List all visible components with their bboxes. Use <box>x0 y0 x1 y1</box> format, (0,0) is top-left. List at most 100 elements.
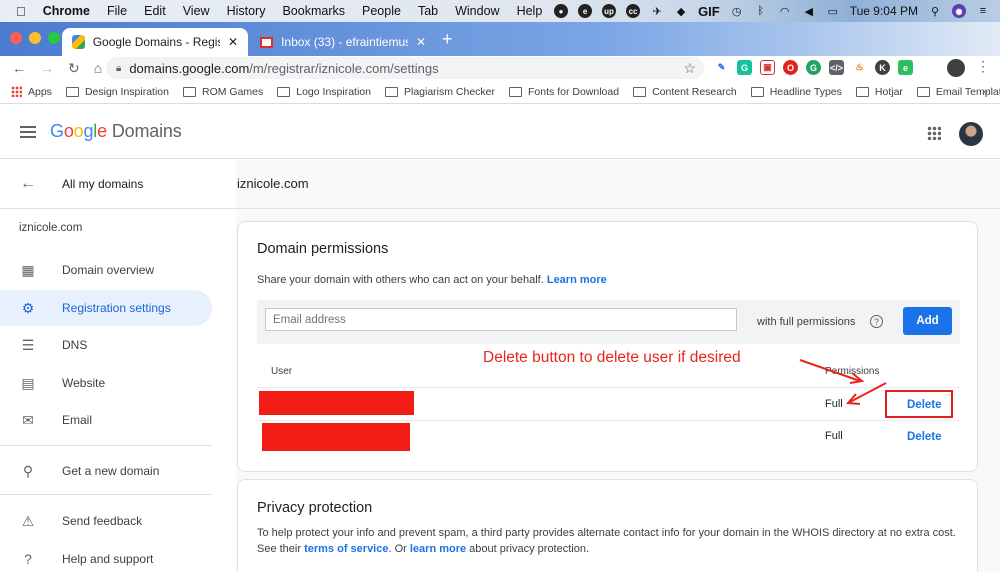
url-text: domains.google.com/m/registrar/iznicole.… <box>129 60 439 76</box>
pen-extension-icon[interactable]: ✎ <box>714 60 729 75</box>
close-window-button[interactable] <box>10 32 22 44</box>
google-apps-icon[interactable] <box>927 126 941 140</box>
menu-icon[interactable] <box>20 126 36 138</box>
annotation-arrow-icon <box>799 359 887 405</box>
menu-tab[interactable]: Tab <box>418 4 438 18</box>
bookmark-folder[interactable]: Logo Inspiration <box>277 86 371 98</box>
wifi-icon[interactable]: ◠ <box>778 4 792 18</box>
menu-file[interactable]: File <box>107 4 127 18</box>
chrome-menu-icon[interactable]: ⋮ <box>976 58 990 75</box>
clock[interactable]: Tue 9:04 PM <box>850 4 918 18</box>
help-circle-icon[interactable]: ? <box>870 315 883 328</box>
terms-of-service-link[interactable]: terms of service <box>304 543 388 555</box>
rocket-icon[interactable]: ✈ <box>650 4 664 18</box>
bookmark-folder[interactable]: ROM Games <box>182 86 263 98</box>
menu-edit[interactable]: Edit <box>144 4 166 18</box>
notification-center-icon[interactable]: ≡ <box>976 4 990 18</box>
mac-menu-bar:  Chrome File Edit View History Bookmark… <box>0 0 1000 22</box>
record-icon[interactable]: ● <box>554 4 569 18</box>
add-user-button[interactable]: Add <box>903 307 952 335</box>
learn-more-link[interactable]: Learn more <box>547 274 607 286</box>
address-bar[interactable]: 🔒︎ domains.google.com/m/registrar/iznico… <box>106 57 704 79</box>
gif-icon[interactable]: GIF <box>698 4 720 19</box>
dns-icon: ☰ <box>21 336 35 353</box>
siri-icon[interactable]: ◉ <box>952 4 966 18</box>
new-tab-icon[interactable]: + <box>442 30 453 48</box>
battery-icon[interactable]: ▭ <box>826 4 840 18</box>
bookmark-folder[interactable]: Fonts for Download <box>509 86 619 98</box>
back-arrow-icon[interactable]: ← <box>12 60 26 77</box>
menu-people[interactable]: People <box>362 4 401 18</box>
menu-chrome[interactable]: Chrome <box>43 4 90 18</box>
sidebar-item-send-feedback[interactable]: ⚠ Send feedback <box>0 503 212 539</box>
apple-menu-icon[interactable]:  <box>16 4 26 19</box>
bookmark-apps[interactable]: Apps <box>11 86 52 98</box>
section-title: Domain permissions <box>257 241 389 257</box>
grammarly-extension-icon[interactable]: G <box>737 60 752 75</box>
close-tab-icon[interactable]: ✕ <box>416 35 426 49</box>
more-bookmarks-icon[interactable]: » <box>982 86 988 98</box>
java-extension-icon[interactable]: ♨ <box>852 60 867 75</box>
bluetooth-icon[interactable]: ᛒ <box>754 4 768 18</box>
all-domains-link[interactable]: All my domains <box>62 177 143 191</box>
learn-more-link[interactable]: learn more <box>410 543 466 555</box>
tab-google-domains[interactable]: Google Domains - Registration s ✕ <box>62 28 248 56</box>
app-header: Google Domains <box>0 105 1000 159</box>
divider <box>0 494 212 495</box>
dropbox-icon[interactable]: ◆ <box>674 4 688 18</box>
dashboard-icon: ▦ <box>21 261 35 278</box>
sidebar-item-dns[interactable]: ☰ DNS <box>0 327 212 363</box>
bookmark-folder[interactable]: Design Inspiration <box>65 86 169 98</box>
sidebar-item-help-support[interactable]: ? Help and support <box>0 541 212 572</box>
divider <box>236 208 1000 209</box>
upwork-icon[interactable]: up <box>602 4 617 18</box>
green-g-extension-icon[interactable]: G <box>806 60 821 75</box>
menu-window[interactable]: Window <box>455 4 499 18</box>
redacted-user-email <box>259 391 414 415</box>
time-machine-icon[interactable]: ◷ <box>730 4 744 18</box>
lock-icon: 🔒︎ <box>116 62 122 74</box>
sidebar-item-website[interactable]: ▤ Website <box>0 365 212 401</box>
evernote-extension-icon[interactable]: e <box>898 60 913 75</box>
evernote-status-icon[interactable]: e <box>578 4 593 18</box>
sidebar-item-email[interactable]: ✉ Email <box>0 402 212 438</box>
folder-icon <box>633 86 647 97</box>
code-extension-icon[interactable]: </> <box>829 60 844 75</box>
tab-gmail-inbox[interactable]: Inbox (33) - efraintiemusm@gm ✕ <box>250 28 436 56</box>
browser-toolbar: ← → ↻ ⌂ 🔒︎ domains.google.com/m/registra… <box>0 56 1000 80</box>
apps-grid-icon <box>11 86 22 97</box>
email-address-input[interactable] <box>265 308 737 331</box>
volume-icon[interactable]: ◀ <box>802 4 816 18</box>
page-title: iznicole.com <box>237 176 309 191</box>
back-arrow-icon[interactable]: ← <box>20 175 36 193</box>
bookmark-star-icon[interactable]: ☆ <box>683 60 696 77</box>
reload-icon[interactable]: ↻ <box>68 60 80 77</box>
home-icon[interactable]: ⌂ <box>94 60 102 77</box>
minimize-window-button[interactable] <box>29 32 41 44</box>
delete-user-button[interactable]: Delete <box>907 431 942 443</box>
browser-tab-strip: Google Domains - Registration s ✕ Inbox … <box>0 22 1000 56</box>
bookmark-folder[interactable]: Content Research <box>633 86 737 98</box>
bookmark-folder[interactable]: Headline Types <box>750 86 842 98</box>
delete-highlight-box <box>885 390 953 418</box>
sidebar-item-get-new-domain[interactable]: ⚲ Get a new domain <box>0 453 212 489</box>
bookmark-folder[interactable]: Hotjar <box>855 86 903 98</box>
account-avatar[interactable] <box>959 122 983 146</box>
dark-extension-icon[interactable]: K <box>875 60 890 75</box>
menu-bookmarks[interactable]: Bookmarks <box>282 4 345 18</box>
menu-view[interactable]: View <box>183 4 210 18</box>
spotlight-search-icon[interactable]: ⚲ <box>928 4 942 18</box>
opera-extension-icon[interactable]: O <box>783 60 798 75</box>
creative-cloud-icon[interactable]: cc <box>626 4 641 18</box>
forward-arrow-icon[interactable]: → <box>40 60 54 77</box>
menu-help[interactable]: Help <box>517 4 543 18</box>
close-tab-icon[interactable]: ✕ <box>228 35 238 49</box>
google-domains-logo[interactable]: Google Domains <box>50 121 182 142</box>
sidebar-item-domain-overview[interactable]: ▦ Domain overview <box>0 252 212 288</box>
red-extension-icon[interactable]: ▣ <box>760 60 775 75</box>
sidebar-item-registration-settings[interactable]: ⚙ Registration settings <box>0 290 212 326</box>
bookmark-folder[interactable]: Plagiarism Checker <box>384 86 495 98</box>
zoom-window-button[interactable] <box>48 32 60 44</box>
menu-history[interactable]: History <box>227 4 266 18</box>
profile-avatar[interactable] <box>947 59 965 77</box>
